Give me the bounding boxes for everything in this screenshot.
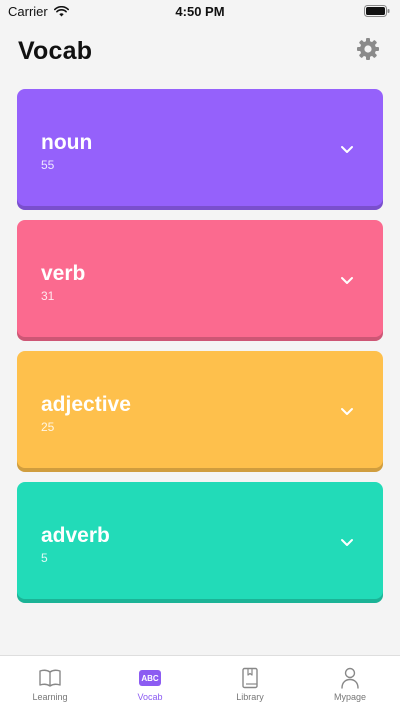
header: Vocab <box>18 36 382 66</box>
category-count: 25 <box>41 420 55 434</box>
tab-label: Learning <box>32 692 68 702</box>
open-book-icon <box>38 667 62 689</box>
tab-bar: Learning ABC Vocab Library Mypage <box>0 655 400 710</box>
tab-vocab[interactable]: ABC Vocab <box>100 656 200 710</box>
status-right <box>364 5 400 17</box>
category-count: 5 <box>41 551 48 565</box>
category-title: adjective <box>41 393 131 416</box>
category-card-noun[interactable]: noun 55 <box>17 89 383 210</box>
settings-button[interactable] <box>354 37 382 65</box>
category-count: 55 <box>41 158 55 172</box>
category-list: noun 55 verb 31 adjective 25 adverb 5 <box>17 89 383 613</box>
book-icon <box>238 667 262 689</box>
tab-mypage[interactable]: Mypage <box>300 656 400 710</box>
category-count: 31 <box>41 289 55 303</box>
chevron-down-icon[interactable] <box>339 403 355 419</box>
tab-library[interactable]: Library <box>200 656 300 710</box>
tab-label: Library <box>236 692 264 702</box>
status-bar: Carrier 4:50 PM <box>0 0 400 22</box>
abc-icon: ABC <box>138 667 162 689</box>
abc-badge: ABC <box>139 670 161 686</box>
category-title: verb <box>41 262 86 285</box>
category-title: adverb <box>41 524 110 547</box>
chevron-down-icon[interactable] <box>339 272 355 288</box>
gear-icon <box>356 37 380 66</box>
chevron-down-icon[interactable] <box>339 141 355 157</box>
tab-learning[interactable]: Learning <box>0 656 100 710</box>
category-card-adverb[interactable]: adverb 5 <box>17 482 383 603</box>
tab-label: Vocab <box>137 692 163 702</box>
tab-label: Mypage <box>333 692 367 702</box>
page-title: Vocab <box>18 36 93 65</box>
wifi-icon <box>53 5 69 17</box>
category-card-verb[interactable]: verb 31 <box>17 220 383 341</box>
carrier-label: Carrier <box>8 3 48 19</box>
chevron-down-icon[interactable] <box>339 534 355 550</box>
person-icon <box>338 667 362 689</box>
battery-icon <box>364 5 390 17</box>
category-card-adjective[interactable]: adjective 25 <box>17 351 383 472</box>
status-left: Carrier <box>0 4 69 19</box>
category-title: noun <box>41 131 93 154</box>
